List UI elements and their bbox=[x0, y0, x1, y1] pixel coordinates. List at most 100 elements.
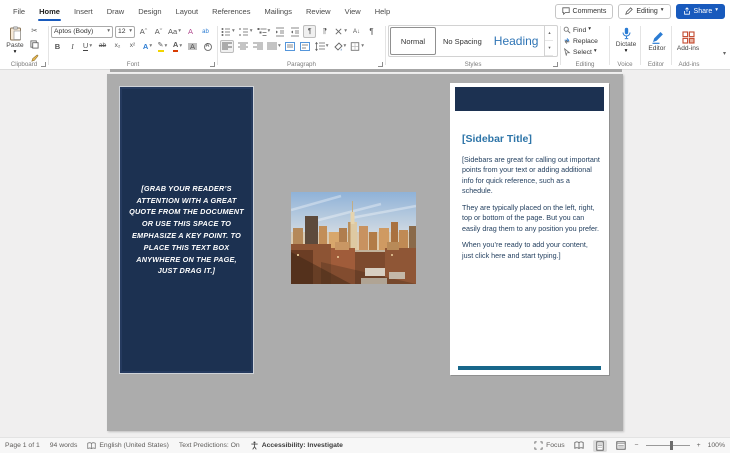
zoom-out-button[interactable]: − bbox=[635, 442, 639, 449]
zoom-slider[interactable] bbox=[645, 441, 690, 450]
paragraph-group-label: Paragraph bbox=[287, 61, 316, 68]
bullets-button[interactable]: ▾ bbox=[220, 25, 236, 38]
font-size-combo[interactable]: 12 ▾ bbox=[115, 25, 135, 38]
italic-button[interactable]: I bbox=[66, 40, 79, 53]
line-spacing-button[interactable]: ▾ bbox=[314, 40, 330, 53]
strikethrough-button[interactable]: ab bbox=[96, 40, 109, 53]
pull-quote-text-box[interactable]: [GRAB YOUR READER’S ATTENTION WITH A GRE… bbox=[119, 86, 254, 374]
editing-mode-button[interactable]: Editing ▾ bbox=[618, 3, 671, 19]
cut-button[interactable]: ✂ bbox=[28, 24, 41, 37]
enclose-char-button[interactable]: A bbox=[201, 40, 214, 53]
clear-formatting-button[interactable]: A bbox=[184, 25, 197, 38]
share-button[interactable]: Share ▾ bbox=[675, 3, 725, 19]
style-no-spacing[interactable]: No Spacing bbox=[438, 27, 487, 55]
tab-design[interactable]: Design bbox=[131, 0, 168, 22]
sidebar-panel[interactable]: [Sidebar Title] [Sidebars are great for … bbox=[450, 83, 609, 375]
paragraph-dialog-launcher[interactable] bbox=[378, 62, 383, 67]
dictate-button[interactable]: Dictate ▾ bbox=[612, 24, 640, 58]
scissors-icon: ✂ bbox=[31, 25, 38, 35]
numbering-button[interactable]: ▾ bbox=[238, 25, 254, 38]
tab-insert[interactable]: Insert bbox=[67, 0, 100, 22]
zoom-slider-thumb[interactable] bbox=[669, 441, 673, 450]
chevron-down-icon: ▾ bbox=[588, 26, 591, 33]
addins-button[interactable]: Add-ins bbox=[674, 24, 702, 58]
change-case-button[interactable]: Aa ▾ bbox=[167, 25, 182, 38]
show-hide-marks-button[interactable]: ¶ bbox=[365, 25, 378, 38]
sidebar-paragraph: When you’re ready to add your content, j… bbox=[462, 240, 588, 260]
shading-button[interactable]: ▾ bbox=[332, 40, 348, 53]
focus-button[interactable]: Focus bbox=[534, 441, 565, 450]
replace-button[interactable]: Replace bbox=[563, 36, 607, 46]
voice-group: Dictate ▾ Voice bbox=[610, 22, 640, 69]
text-predictions[interactable]: Text Predictions: On bbox=[179, 442, 240, 449]
highlight-button[interactable]: ✎ ▾ bbox=[156, 40, 169, 53]
asian-layout-button[interactable]: ▾ bbox=[333, 25, 348, 38]
styles-scroll-up[interactable]: ▴ bbox=[545, 26, 554, 41]
focus-label: Focus bbox=[546, 442, 565, 449]
clipboard-dialog-launcher[interactable] bbox=[41, 62, 46, 67]
up-arrow-icon: ▴ bbox=[548, 30, 551, 35]
styles-dialog-launcher[interactable] bbox=[553, 62, 558, 67]
tab-references[interactable]: References bbox=[205, 0, 257, 22]
proofing-status[interactable]: English (United States) bbox=[87, 442, 169, 450]
shrink-font-button[interactable]: Aˇ bbox=[152, 25, 165, 38]
multilevel-list-button[interactable]: ▾ bbox=[256, 25, 272, 38]
document-canvas[interactable]: [GRAB YOUR READER’S ATTENTION WITH A GRE… bbox=[0, 70, 730, 437]
font-color-button[interactable]: A ▾ bbox=[171, 40, 184, 53]
chevron-down-icon: ▾ bbox=[722, 51, 726, 57]
text-effects-button[interactable]: A ▾ bbox=[141, 40, 154, 53]
decrease-indent-button[interactable] bbox=[273, 25, 286, 38]
char-shading-button[interactable]: A bbox=[186, 40, 199, 53]
tab-mailings[interactable]: Mailings bbox=[257, 0, 299, 22]
tab-file[interactable]: File bbox=[6, 0, 32, 22]
copy-button[interactable] bbox=[28, 38, 41, 51]
accessibility-status[interactable]: Accessibility: Investigate bbox=[250, 441, 343, 450]
align-center-button[interactable] bbox=[236, 40, 249, 53]
align-right-button[interactable] bbox=[251, 40, 264, 53]
tab-layout[interactable]: Layout bbox=[169, 0, 206, 22]
increase-indent-button[interactable] bbox=[288, 25, 301, 38]
collapse-ribbon-button[interactable]: ▾ bbox=[723, 50, 726, 57]
justify-low-button[interactable] bbox=[299, 40, 312, 53]
find-button[interactable]: Find ▾ bbox=[563, 25, 607, 35]
align-left-button[interactable] bbox=[220, 40, 234, 53]
styles-scroll-down[interactable]: ▾ bbox=[545, 41, 554, 56]
select-button[interactable]: Select ▾ bbox=[563, 47, 607, 57]
tab-home[interactable]: Home bbox=[32, 0, 67, 22]
document-page[interactable]: [GRAB YOUR READER’S ATTENTION WITH A GRE… bbox=[107, 74, 623, 431]
subscript-button[interactable]: x₂ bbox=[111, 40, 124, 53]
style-normal[interactable]: Normal bbox=[390, 27, 436, 55]
font-dialog-launcher[interactable] bbox=[210, 62, 215, 67]
tab-help[interactable]: Help bbox=[368, 0, 397, 22]
tab-view[interactable]: View bbox=[338, 0, 368, 22]
paste-button[interactable]: Paste ▾ bbox=[2, 24, 28, 58]
skyline-photo[interactable] bbox=[291, 192, 416, 284]
print-layout-button[interactable] bbox=[592, 439, 607, 452]
ltr-text-direction-button[interactable]: ¶ bbox=[303, 25, 317, 38]
editor-button[interactable]: Editor bbox=[643, 24, 671, 58]
rtl-text-direction-button[interactable]: ¶ bbox=[318, 25, 331, 38]
page-indicator[interactable]: Page 1 of 1 bbox=[5, 442, 40, 449]
underline-button[interactable]: U ▾ bbox=[81, 40, 94, 53]
justify-button[interactable]: ▾ bbox=[266, 40, 282, 53]
read-mode-button[interactable] bbox=[572, 440, 586, 452]
phonetic-guide-button[interactable]: ab bbox=[199, 25, 212, 38]
borders-button[interactable]: ▾ bbox=[349, 40, 365, 53]
sort-button[interactable]: A↓ bbox=[350, 25, 363, 38]
word-count[interactable]: 94 words bbox=[50, 442, 78, 449]
sidebar-header-band bbox=[455, 87, 604, 111]
distribute-button[interactable] bbox=[284, 40, 297, 53]
zoom-in-button[interactable]: + bbox=[697, 442, 701, 449]
bold-button[interactable]: B bbox=[51, 40, 64, 53]
zoom-level[interactable]: 100% bbox=[708, 442, 725, 449]
font-name-combo[interactable]: Aptos (Body) ▾ bbox=[51, 25, 113, 38]
sidebar-body[interactable]: [Sidebars are great for calling out impo… bbox=[462, 155, 600, 267]
web-layout-button[interactable] bbox=[614, 440, 628, 452]
grow-font-button[interactable]: Aˆ bbox=[137, 25, 150, 38]
sidebar-title[interactable]: [Sidebar Title] bbox=[462, 133, 532, 145]
comments-button[interactable]: Comments bbox=[554, 3, 614, 19]
tab-draw[interactable]: Draw bbox=[100, 0, 132, 22]
tab-review[interactable]: Review bbox=[299, 0, 338, 22]
style-heading[interactable]: Heading bbox=[489, 27, 544, 55]
superscript-button[interactable]: x² bbox=[126, 40, 139, 53]
